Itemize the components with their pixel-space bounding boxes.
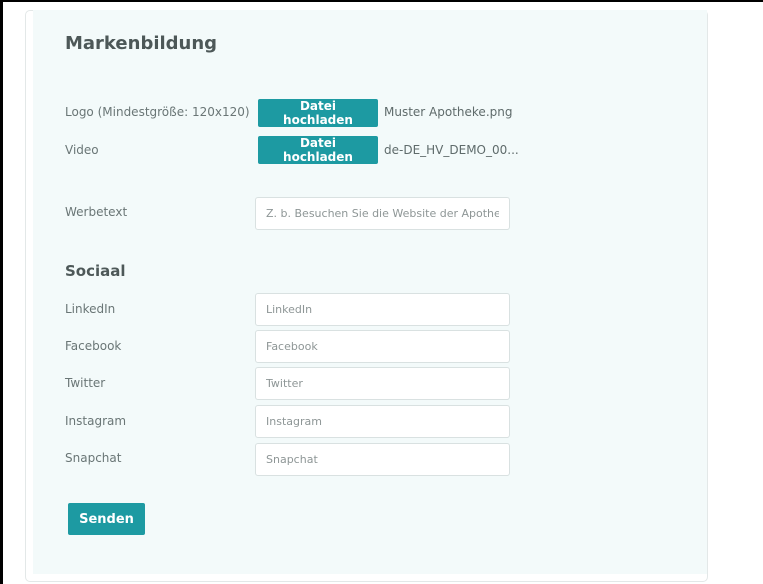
ad-text-input[interactable]	[255, 197, 510, 230]
video-label: Video	[65, 143, 99, 157]
linkedin-label: LinkedIn	[65, 302, 116, 316]
video-upload-button[interactable]: Datei hochladen	[258, 136, 378, 164]
logo-filename: Muster Apotheke.png	[384, 105, 513, 119]
facebook-input[interactable]	[255, 330, 510, 363]
social-title: Sociaal	[65, 262, 126, 280]
linkedin-input[interactable]	[255, 293, 510, 326]
snapchat-label: Snapchat	[65, 451, 122, 465]
facebook-label: Facebook	[65, 339, 122, 353]
twitter-label: Twitter	[65, 376, 106, 390]
snapchat-input[interactable]	[255, 443, 510, 476]
instagram-label: Instagram	[65, 414, 127, 428]
instagram-input[interactable]	[255, 405, 510, 438]
window-frame-left	[0, 0, 3, 584]
form-card	[33, 10, 707, 574]
branding-title: Markenbildung	[65, 33, 218, 54]
twitter-input[interactable]	[255, 367, 510, 400]
logo-upload-button[interactable]: Datei hochladen	[258, 99, 378, 127]
ad-text-label: Werbetext	[65, 205, 128, 219]
video-filename: de-DE_HV_DEMO_00...	[384, 143, 519, 157]
window-frame-top	[0, 0, 763, 2]
send-button[interactable]: Senden	[68, 503, 145, 535]
logo-label: Logo (Mindestgröße: 120x120)	[65, 105, 250, 119]
